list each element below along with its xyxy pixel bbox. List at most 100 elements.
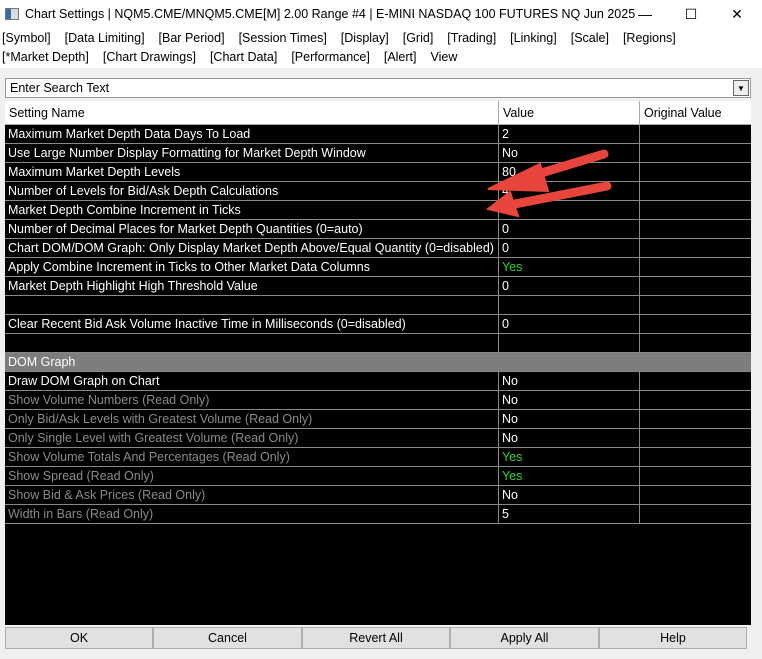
search-box[interactable]: ▼ <box>5 78 751 98</box>
setting-value[interactable]: 0 <box>499 220 640 238</box>
tab-grid[interactable]: [Grid] <box>403 31 434 45</box>
original-value <box>640 125 751 143</box>
section-title: DOM Graph <box>8 355 76 369</box>
setting-name: Show Bid & Ask Prices (Read Only) <box>5 486 499 504</box>
original-value <box>640 486 751 504</box>
setting-row[interactable]: Number of Decimal Places for Market Dept… <box>5 220 751 239</box>
ok-button[interactable]: OK <box>5 627 153 649</box>
tab-trading[interactable]: [Trading] <box>447 31 496 45</box>
setting-row[interactable]: Number of Levels for Bid/Ask Depth Calcu… <box>5 182 751 201</box>
apply-all-button[interactable]: Apply All <box>450 627 599 649</box>
dialog-buttons: OK Cancel Revert All Apply All Help <box>5 627 747 649</box>
setting-value[interactable]: 80 <box>499 163 640 181</box>
tab-regions[interactable]: [Regions] <box>623 31 676 45</box>
setting-row[interactable]: Maximum Market Depth Data Days To Load 2 <box>5 125 751 144</box>
setting-name: Chart DOM/DOM Graph: Only Display Market… <box>5 239 499 257</box>
setting-row[interactable]: Show Volume Numbers (Read Only) No <box>5 391 751 410</box>
setting-row[interactable]: Chart DOM/DOM Graph: Only Display Market… <box>5 239 751 258</box>
original-value <box>640 182 751 200</box>
help-button[interactable]: Help <box>599 627 747 649</box>
setting-name: Show Volume Totals And Percentages (Read… <box>5 448 499 466</box>
tab-view[interactable]: View <box>431 50 458 64</box>
setting-row[interactable]: Market Depth Highlight High Threshold Va… <box>5 277 751 296</box>
minimize-button[interactable]: — <box>622 0 668 28</box>
original-value <box>640 410 751 428</box>
setting-name: Number of Levels for Bid/Ask Depth Calcu… <box>5 182 499 200</box>
original-value <box>640 372 751 390</box>
setting-name: Number of Decimal Places for Market Dept… <box>5 220 499 238</box>
setting-row[interactable]: Width in Bars (Read Only) 5 <box>5 505 751 524</box>
original-value <box>640 296 751 314</box>
setting-value[interactable]: 4 <box>499 201 640 219</box>
close-button[interactable]: ✕ <box>714 0 760 28</box>
settings-grid: Setting Name Value Original Value Maximu… <box>5 101 751 625</box>
setting-value[interactable]: No <box>499 410 640 428</box>
setting-value[interactable]: Yes <box>499 448 640 466</box>
setting-value[interactable]: No <box>499 429 640 447</box>
original-value <box>640 334 751 352</box>
setting-value[interactable]: No <box>499 391 640 409</box>
setting-name: Use Large Number Display Formatting for … <box>5 144 499 162</box>
app-icon <box>5 8 19 20</box>
setting-value[interactable]: 5 <box>499 505 640 523</box>
tab-chart-drawings[interactable]: [Chart Drawings] <box>103 50 196 64</box>
setting-value[interactable]: Yes <box>499 258 640 276</box>
setting-name: Market Depth Highlight High Threshold Va… <box>5 277 499 295</box>
setting-row[interactable]: Use Large Number Display Formatting for … <box>5 144 751 163</box>
setting-row[interactable]: Show Volume Totals And Percentages (Read… <box>5 448 751 467</box>
tab-display[interactable]: [Display] <box>341 31 389 45</box>
setting-value[interactable]: 2 <box>499 125 640 143</box>
dropdown-arrow-icon[interactable]: ▼ <box>733 80 749 96</box>
setting-value[interactable]: No <box>499 144 640 162</box>
tab-chart-data[interactable]: [Chart Data] <box>210 50 277 64</box>
original-value <box>640 144 751 162</box>
tab-alert[interactable]: [Alert] <box>384 50 417 64</box>
tab-market-depth[interactable]: [*Market Depth] <box>2 50 89 64</box>
original-value <box>640 258 751 276</box>
setting-name <box>5 334 499 352</box>
tab-session-times[interactable]: [Session Times] <box>239 31 327 45</box>
original-value <box>640 467 751 485</box>
tab-data-limiting[interactable]: [Data Limiting] <box>65 31 145 45</box>
maximize-button[interactable]: ☐ <box>668 0 714 28</box>
cancel-button[interactable]: Cancel <box>153 627 302 649</box>
column-header-original-value[interactable]: Original Value <box>640 101 751 124</box>
setting-value[interactable]: 0 <box>499 239 640 257</box>
setting-row[interactable]: Clear Recent Bid Ask Volume Inactive Tim… <box>5 315 751 334</box>
original-value <box>640 505 751 523</box>
setting-value[interactable]: 0 <box>499 277 640 295</box>
setting-row[interactable]: Market Depth Combine Increment in Ticks 4 <box>5 201 751 220</box>
setting-value[interactable] <box>499 296 640 314</box>
settings-tabs: [Symbol] [Data Limiting] [Bar Period] [Sess… <box>0 28 762 68</box>
setting-name: Only Bid/Ask Levels with Greatest Volume… <box>5 410 499 428</box>
setting-value[interactable]: 0 <box>499 315 640 333</box>
original-value <box>640 277 751 295</box>
original-value <box>640 163 751 181</box>
setting-value[interactable]: Yes <box>499 467 640 485</box>
setting-row[interactable]: Only Bid/Ask Levels with Greatest Volume… <box>5 410 751 429</box>
setting-name: Market Depth Combine Increment in Ticks <box>5 201 499 219</box>
setting-name: Clear Recent Bid Ask Volume Inactive Tim… <box>5 315 499 333</box>
setting-value[interactable]: No <box>499 372 640 390</box>
column-header-setting-name[interactable]: Setting Name <box>5 101 499 124</box>
setting-name: Maximum Market Depth Data Days To Load <box>5 125 499 143</box>
setting-row[interactable]: Show Spread (Read Only) Yes <box>5 467 751 486</box>
setting-row[interactable]: Show Bid & Ask Prices (Read Only) No <box>5 486 751 505</box>
setting-row[interactable]: Apply Combine Increment in Ticks to Othe… <box>5 258 751 277</box>
setting-value[interactable] <box>499 334 640 352</box>
column-header-value[interactable]: Value <box>499 101 640 124</box>
tab-bar-period[interactable]: [Bar Period] <box>159 31 225 45</box>
original-value <box>640 239 751 257</box>
search-input[interactable] <box>10 81 710 95</box>
revert-all-button[interactable]: Revert All <box>302 627 450 649</box>
tab-scale[interactable]: [Scale] <box>571 31 609 45</box>
setting-row[interactable]: Maximum Market Depth Levels 80 <box>5 163 751 182</box>
setting-row[interactable]: Only Single Level with Greatest Volume (… <box>5 429 751 448</box>
setting-row[interactable]: Draw DOM Graph on Chart No <box>5 372 751 391</box>
tab-linking[interactable]: [Linking] <box>510 31 557 45</box>
tab-symbol[interactable]: [Symbol] <box>2 31 51 45</box>
setting-value[interactable]: 4 <box>499 182 640 200</box>
tab-performance[interactable]: [Performance] <box>291 50 370 64</box>
setting-value[interactable]: No <box>499 486 640 504</box>
original-value <box>640 429 751 447</box>
